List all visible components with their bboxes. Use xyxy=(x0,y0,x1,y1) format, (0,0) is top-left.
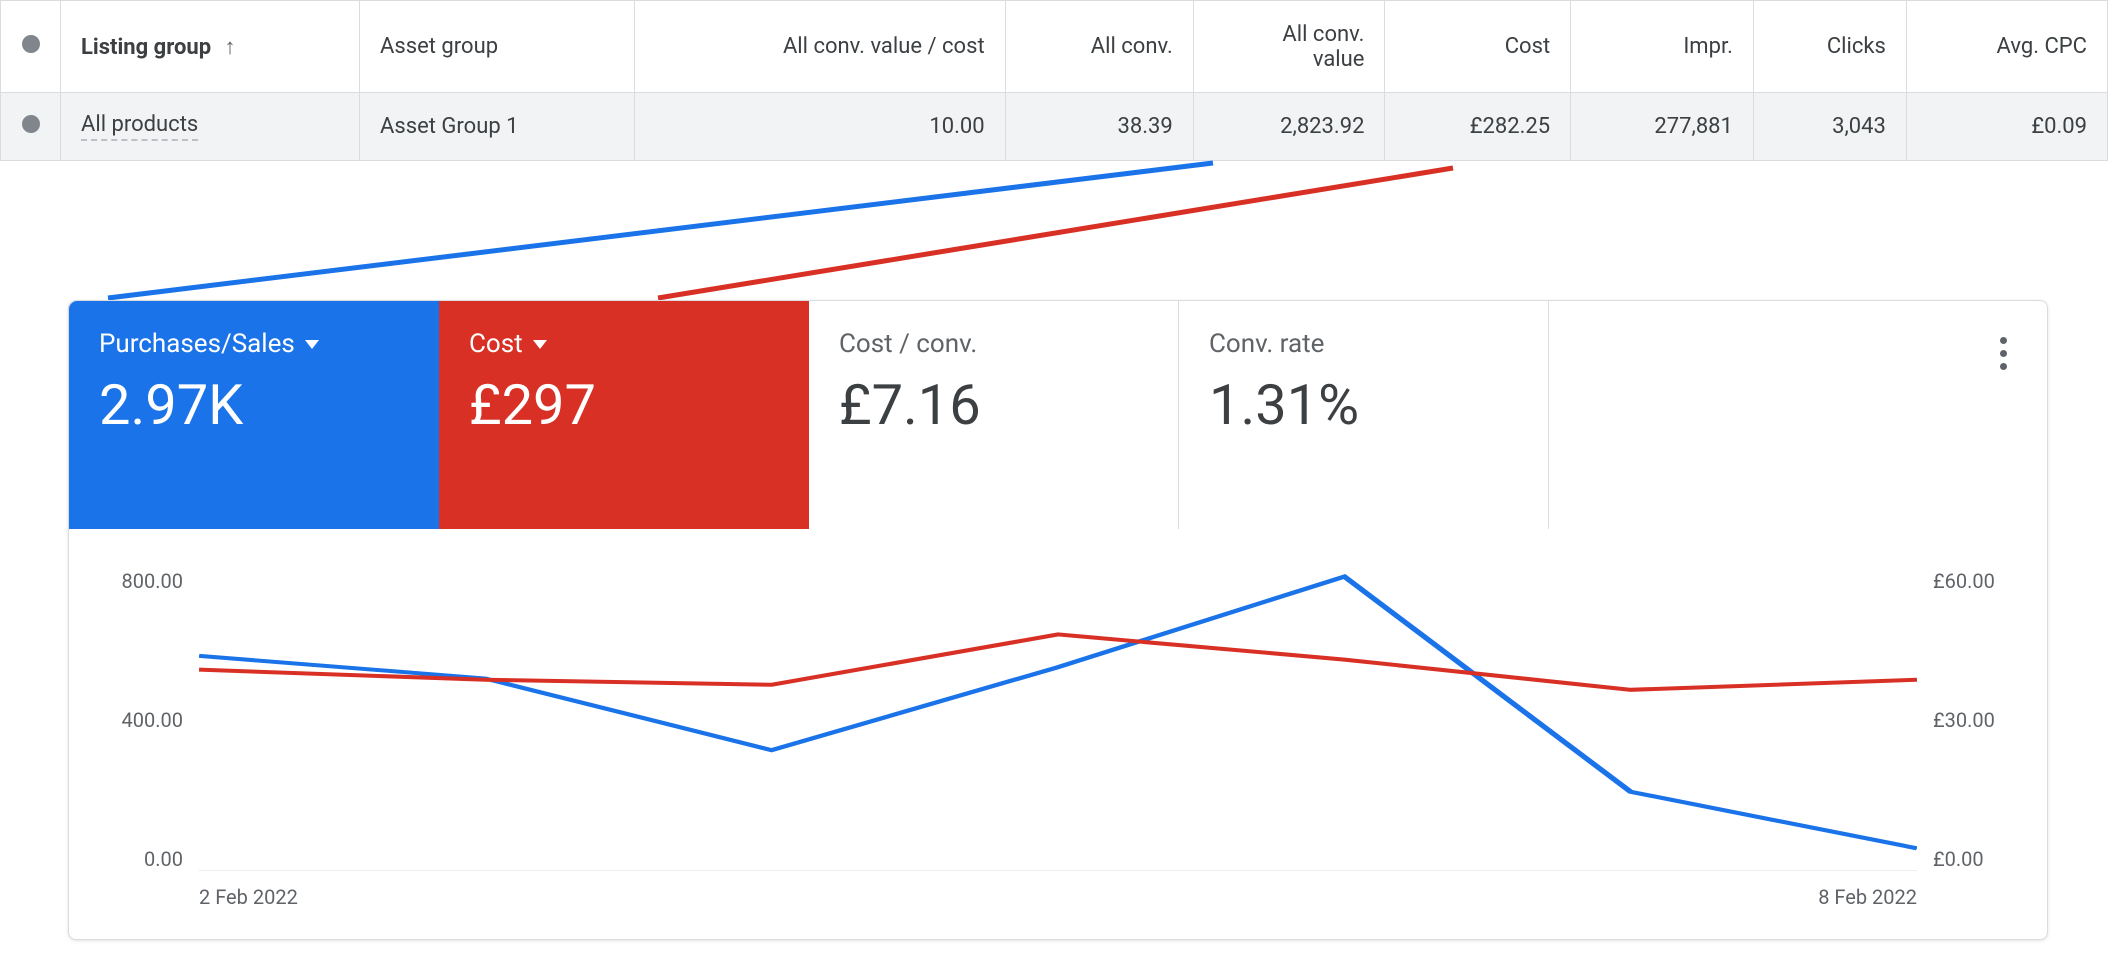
cell-value: 10.00 xyxy=(929,114,984,139)
col-all-conv-value[interactable]: All conv. value xyxy=(1193,1,1385,93)
tile-label-text: Purchases/Sales xyxy=(99,329,295,359)
tile-cost[interactable]: Cost £297 xyxy=(439,301,809,529)
col-avg-cpc[interactable]: Avg. CPC xyxy=(1906,1,2107,93)
cell-value: £282.25 xyxy=(1470,114,1550,139)
tile-label: Conv. rate xyxy=(1209,329,1518,359)
time-series-chart: 800.00 400.00 0.00 £60.00 £30.00 £0.00 2… xyxy=(69,529,2047,939)
kebab-dot-icon xyxy=(2000,350,2007,357)
col-all-conv[interactable]: All conv. xyxy=(1005,1,1193,93)
cell-value: 38.39 xyxy=(1118,114,1173,139)
tile-purchases-sales[interactable]: Purchases/Sales 2.97K xyxy=(69,301,439,529)
tile-value: £7.16 xyxy=(839,377,1148,433)
y-axis-left: 800.00 400.00 0.00 xyxy=(83,569,183,871)
tile-label-text: Conv. rate xyxy=(1209,329,1324,359)
tile-label-text: Cost xyxy=(469,329,523,359)
series-purchases-sales xyxy=(199,577,1917,849)
tile-value: 1.31% xyxy=(1209,377,1518,433)
y-tick: £30.00 xyxy=(1933,708,2033,732)
cell-all-conv-value-cost: 10.00 xyxy=(634,93,1005,161)
listing-group-table: Listing group ↑ Asset group All conv. va… xyxy=(0,0,2108,161)
chevron-down-icon xyxy=(533,340,547,349)
chevron-down-icon xyxy=(305,340,319,349)
tile-label: Cost xyxy=(469,329,779,359)
col-label: Clicks xyxy=(1827,34,1886,59)
tile-label: Cost / conv. xyxy=(839,329,1148,359)
col-cost[interactable]: Cost xyxy=(1385,1,1571,93)
y-tick: 800.00 xyxy=(83,569,183,593)
status-header[interactable] xyxy=(1,1,61,93)
table-header-row: Listing group ↑ Asset group All conv. va… xyxy=(1,1,2108,93)
cell-all-conv-value: 2,823.92 xyxy=(1193,93,1385,161)
status-dot-icon xyxy=(22,115,40,133)
y-tick: 400.00 xyxy=(83,708,183,732)
chart-svg xyxy=(199,569,1917,871)
col-impr[interactable]: Impr. xyxy=(1571,1,1754,93)
col-all-conv-value-cost[interactable]: All conv. value / cost xyxy=(634,1,1005,93)
cell-impr: 277,881 xyxy=(1571,93,1754,161)
sort-ascending-icon: ↑ xyxy=(225,34,236,60)
col-label: All conv. xyxy=(1091,34,1173,59)
col-label: Impr. xyxy=(1683,34,1733,59)
tile-label-text: Cost / conv. xyxy=(839,329,977,359)
more-options-button[interactable] xyxy=(1988,325,2019,382)
tile-cost-per-conv[interactable]: Cost / conv. £7.16 xyxy=(809,301,1179,529)
kebab-dot-icon xyxy=(2000,337,2007,344)
col-listing-group[interactable]: Listing group ↑ xyxy=(61,1,360,93)
col-label: All conv. value / cost xyxy=(783,34,985,59)
cell-value: Asset Group 1 xyxy=(380,114,518,139)
cell-avg-cpc: £0.09 xyxy=(1906,93,2107,161)
kebab-dot-icon xyxy=(2000,363,2007,370)
status-dot-icon xyxy=(22,35,40,53)
cell-cost: £282.25 xyxy=(1385,93,1571,161)
cell-value: 3,043 xyxy=(1832,114,1886,139)
cell-all-conv: 38.39 xyxy=(1005,93,1193,161)
col-label: Listing group xyxy=(81,35,211,60)
y-axis-right: £60.00 £30.00 £0.00 xyxy=(1933,569,2033,871)
y-tick: 0.00 xyxy=(83,847,183,871)
cell-value: 277,881 xyxy=(1654,114,1733,139)
tile-value: £297 xyxy=(469,377,779,433)
x-tick-start: 2 Feb 2022 xyxy=(199,885,298,909)
cell-value: £0.09 xyxy=(2031,114,2087,139)
cell-value: All products xyxy=(81,112,198,141)
y-tick: £0.00 xyxy=(1933,847,2033,871)
table-row[interactable]: All products Asset Group 1 10.00 38.39 2… xyxy=(1,93,2108,161)
cell-value: 2,823.92 xyxy=(1280,114,1364,139)
col-label: All conv. value xyxy=(1282,22,1364,72)
col-clicks[interactable]: Clicks xyxy=(1753,1,1906,93)
series-cost xyxy=(199,634,1917,689)
cell-asset-group: Asset Group 1 xyxy=(360,93,634,161)
row-status[interactable] xyxy=(1,93,61,161)
col-asset-group[interactable]: Asset group xyxy=(360,1,634,93)
x-tick-end: 8 Feb 2022 xyxy=(1818,885,1917,909)
tile-conv-rate[interactable]: Conv. rate 1.31% xyxy=(1179,301,1549,529)
plot-area[interactable] xyxy=(199,569,1917,871)
tile-value: 2.97K xyxy=(99,377,409,433)
tile-label: Purchases/Sales xyxy=(99,329,409,359)
x-axis: 2 Feb 2022 8 Feb 2022 xyxy=(199,885,1917,915)
col-label: Avg. CPC xyxy=(1997,34,2087,59)
metrics-card: Purchases/Sales 2.97K Cost £297 Cost / c… xyxy=(68,300,2048,940)
cell-clicks: 3,043 xyxy=(1753,93,1906,161)
col-label: Cost xyxy=(1505,34,1550,59)
y-tick: £60.00 xyxy=(1933,569,2033,593)
cell-listing-group[interactable]: All products xyxy=(61,93,360,161)
metric-tiles: Purchases/Sales 2.97K Cost £297 Cost / c… xyxy=(69,301,2047,529)
col-label: Asset group xyxy=(380,34,498,59)
